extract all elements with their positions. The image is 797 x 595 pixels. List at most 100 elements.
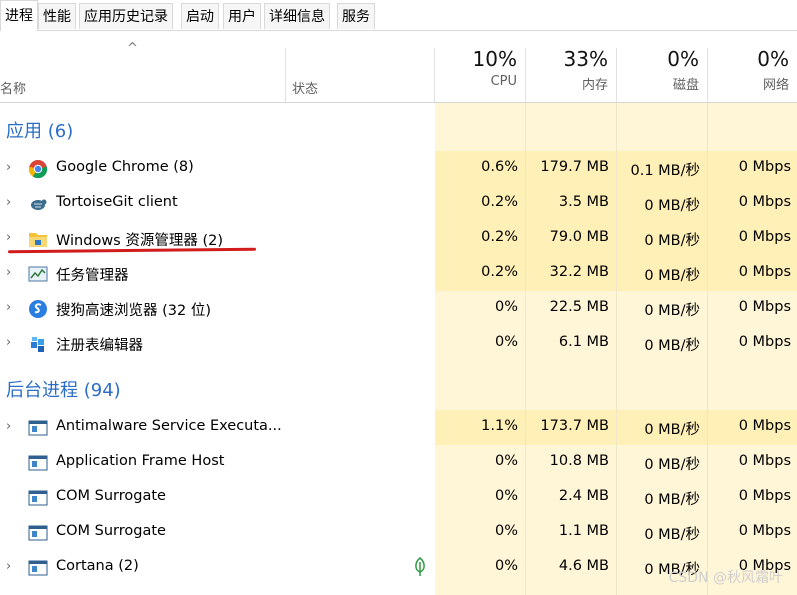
process-name: Antimalware Service Executa... [56, 418, 282, 434]
chrome-icon [28, 160, 48, 179]
cpu-value: 0.2% [481, 229, 518, 245]
network-value: 0 Mbps [738, 523, 791, 539]
process-row[interactable]: › 任务管理器 0.2% 32.2 MB 0 MB/秒 0 Mbps [0, 256, 797, 291]
cpu-value: 0% [494, 558, 518, 574]
tab-details[interactable]: 详细信息 [264, 3, 330, 29]
memory-value: 179.7 MB [540, 159, 609, 175]
expand-chevron-icon[interactable]: › [6, 230, 11, 245]
process-name: COM Surrogate [56, 488, 166, 504]
disk-total-percent: 0% [667, 47, 699, 71]
network-value: 0 Mbps [738, 194, 791, 210]
process-row[interactable]: › Google Chrome (8) 0.6% 179.7 MB 0.1 MB… [0, 151, 797, 186]
tab-processes[interactable]: 进程 [0, 0, 38, 31]
column-header-status[interactable]: 状态 [292, 78, 318, 97]
column-header-disk[interactable]: 0% 磁盘 [617, 31, 707, 102]
process-row[interactable]: › 搜狗高速浏览器 (32 位) 0% 22.5 MB 0 MB/秒 0 Mbp… [0, 291, 797, 326]
tab-users[interactable]: 用户 [223, 3, 261, 29]
disk-value: 0 MB/秒 [644, 303, 700, 319]
disk-value: 0 MB/秒 [644, 198, 700, 214]
memory-label: 内存 [581, 78, 608, 93]
memory-value: 173.7 MB [540, 418, 609, 434]
disk-label: 磁盘 [672, 78, 699, 93]
cpu-value: 0.2% [481, 264, 518, 280]
expand-chevron-icon[interactable]: › [6, 265, 11, 280]
process-name: Application Frame Host [56, 453, 225, 469]
network-value: 0 Mbps [738, 418, 791, 434]
cpu-label: CPU [490, 74, 517, 89]
disk-value: 0 MB/秒 [644, 457, 700, 473]
column-header-cpu[interactable]: 10% CPU [435, 31, 525, 102]
network-value: 0 Mbps [738, 453, 791, 469]
process-name: Windows 资源管理器 (2) [56, 233, 223, 249]
process-row[interactable]: COM Surrogate 0% 2.4 MB 0 MB/秒 0 Mbps [0, 480, 797, 515]
registry-editor-icon [31, 337, 44, 352]
service-window-icon [28, 560, 48, 576]
column-header: ^ 名称 状态 10% CPU 33% 内存 0% 磁盘 0% 网络 [0, 31, 797, 103]
cpu-value: 0% [494, 453, 518, 469]
cpu-total-percent: 10% [472, 47, 517, 71]
process-row[interactable]: › Antimalware Service Executa... 1.1% 17… [0, 410, 797, 445]
memory-value: 4.6 MB [558, 558, 609, 574]
sogou-browser-icon [29, 300, 47, 318]
process-name: Cortana (2) [56, 558, 139, 574]
process-name: COM Surrogate [56, 523, 166, 539]
cpu-value: 0.6% [481, 159, 518, 175]
network-value: 0 Mbps [738, 299, 791, 315]
process-row[interactable]: › 注册表编辑器 0% 6.1 MB 0 MB/秒 0 Mbps [0, 326, 797, 361]
process-row[interactable]: › TortoiseGit client 0.2% 3.5 MB 0 MB/秒 … [0, 186, 797, 221]
disk-value: 0 MB/秒 [644, 338, 700, 354]
column-header-network[interactable]: 0% 网络 [708, 31, 797, 102]
service-window-icon [28, 455, 48, 471]
memory-value: 32.2 MB [549, 264, 609, 280]
process-row[interactable]: COM Surrogate 0% 1.1 MB 0 MB/秒 0 Mbps [0, 515, 797, 550]
leaf-icon [415, 557, 425, 576]
cpu-value: 0% [494, 523, 518, 539]
tab-services[interactable]: 服务 [337, 3, 375, 29]
tab-startup[interactable]: 启动 [181, 3, 219, 29]
memory-value: 1.1 MB [558, 523, 609, 539]
memory-value: 6.1 MB [558, 334, 609, 350]
expand-chevron-icon[interactable]: › [6, 335, 11, 350]
cpu-value: 0.2% [481, 194, 518, 210]
memory-total-percent: 33% [563, 47, 608, 71]
tortoisegit-icon [31, 199, 47, 210]
cpu-value: 0% [494, 488, 518, 504]
service-window-icon [28, 525, 48, 541]
network-value: 0 Mbps [738, 488, 791, 504]
process-row[interactable]: Application Frame Host 0% 10.8 MB 0 MB/秒… [0, 445, 797, 480]
tab-app-history[interactable]: 应用历史记录 [79, 3, 173, 29]
disk-value: 0 MB/秒 [644, 527, 700, 543]
expand-chevron-icon[interactable]: › [6, 419, 11, 434]
expand-chevron-icon[interactable]: › [6, 195, 11, 210]
tab-bar: 进程 性能 应用历史记录 启动 用户 详细信息 服务 [0, 0, 797, 31]
disk-value: 0 MB/秒 [644, 233, 700, 249]
network-label: 网络 [762, 78, 789, 93]
disk-value: 0 MB/秒 [644, 422, 700, 438]
network-value: 0 Mbps [738, 159, 791, 175]
network-value: 0 Mbps [738, 264, 791, 280]
column-header-name[interactable]: 名称 [0, 78, 26, 97]
column-header-memory[interactable]: 33% 内存 [526, 31, 616, 102]
memory-value: 10.8 MB [549, 453, 609, 469]
sort-caret-icon[interactable]: ^ [127, 41, 138, 56]
process-name: 搜狗高速浏览器 (32 位) [56, 303, 211, 319]
cpu-value: 1.1% [481, 418, 518, 434]
expand-chevron-icon[interactable]: › [6, 160, 11, 175]
network-value: 0 Mbps [738, 229, 791, 245]
folder-icon [29, 233, 47, 247]
group-header-apps[interactable]: 应用 (6) [6, 117, 73, 143]
service-window-icon [28, 490, 48, 506]
process-name: Google Chrome (8) [56, 159, 194, 175]
network-total-percent: 0% [757, 47, 789, 71]
tab-performance[interactable]: 性能 [38, 3, 76, 29]
task-manager-icon [28, 266, 48, 282]
memory-value: 22.5 MB [549, 299, 609, 315]
process-name: 注册表编辑器 [56, 338, 143, 354]
group-header-background[interactable]: 后台进程 (94) [6, 376, 121, 402]
watermark: CSDN @秋风霜叶 [668, 570, 783, 586]
memory-value: 2.4 MB [558, 488, 609, 504]
network-value: 0 Mbps [738, 334, 791, 350]
expand-chevron-icon[interactable]: › [6, 559, 11, 574]
expand-chevron-icon[interactable]: › [6, 300, 11, 315]
disk-value: 0 MB/秒 [644, 268, 700, 284]
